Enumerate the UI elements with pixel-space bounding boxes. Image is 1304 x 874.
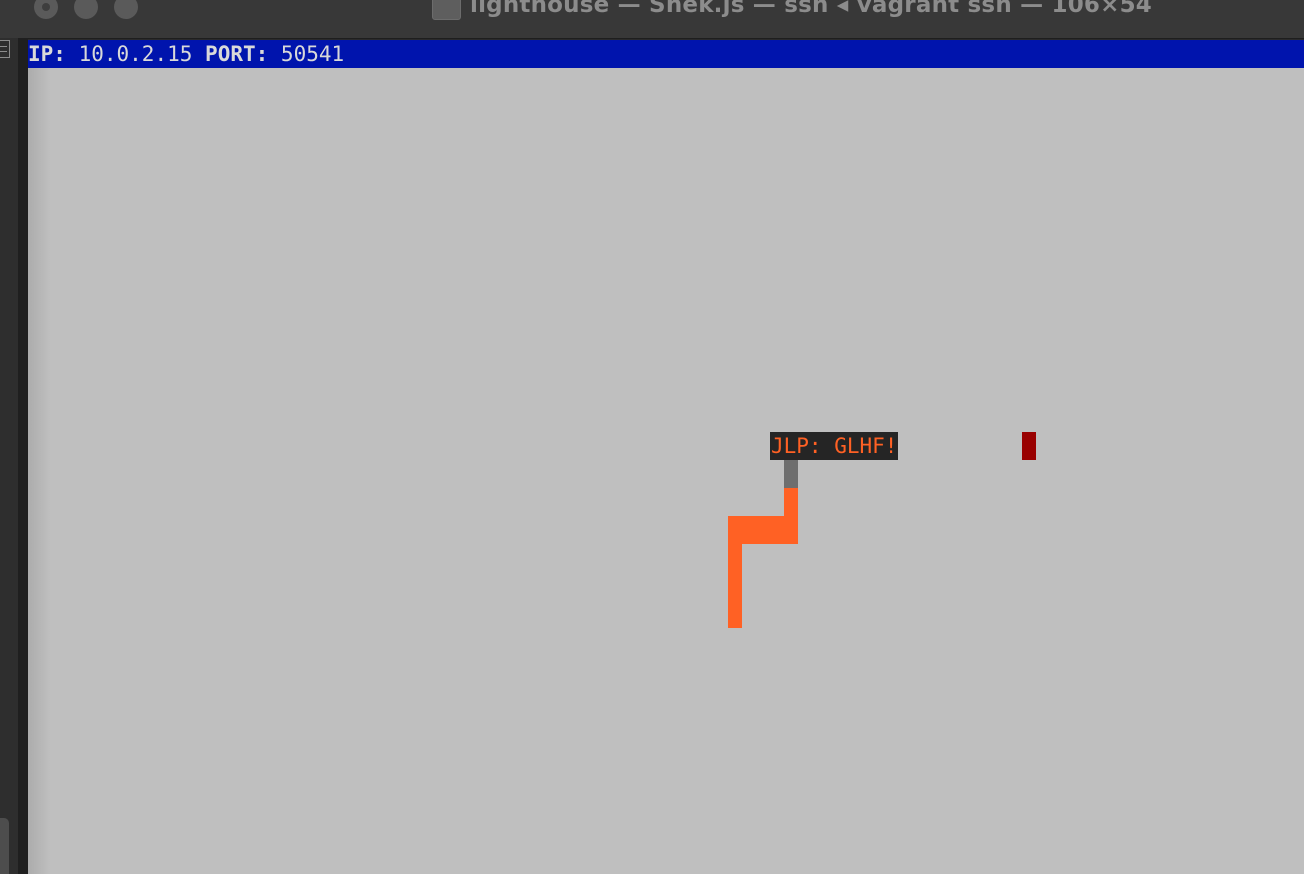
- zoom-window-button[interactable]: [114, 0, 138, 19]
- port-label: PORT:: [205, 42, 269, 66]
- sidebar: [0, 38, 18, 874]
- folder-icon: [432, 0, 461, 20]
- snake-tail: [728, 600, 742, 628]
- ip-label: IP:: [28, 42, 66, 66]
- snake-segment: [770, 516, 784, 544]
- window-title: lighthouse — Snek.js — ssh ◂ vagrant ssh…: [470, 0, 1152, 18]
- sidebar-toggle-icon[interactable]: [0, 40, 10, 58]
- close-window-button[interactable]: [34, 0, 58, 19]
- title-bar[interactable]: lighthouse — Snek.js — ssh ◂ vagrant ssh…: [0, 0, 1304, 39]
- sidebar-divider[interactable]: [18, 38, 28, 874]
- terminal-window: lighthouse — Snek.js — ssh ◂ vagrant ssh…: [0, 0, 1304, 874]
- terminal-content[interactable]: IP: 10.0.2.15 PORT: 50541 JLP: GLHF!: [28, 40, 1304, 874]
- minimize-window-button[interactable]: [74, 0, 98, 19]
- snake-segment: [742, 516, 756, 544]
- snake-segment: [784, 488, 798, 516]
- game-status-bar: IP: 10.0.2.15 PORT: 50541: [28, 40, 1304, 68]
- game-field: JLP: GLHF!: [28, 68, 1304, 874]
- port-value: 50541: [280, 42, 345, 66]
- snake-segment: [728, 544, 742, 572]
- sidebar-scroll-handle[interactable]: [0, 818, 9, 874]
- player-name-tag: JLP: GLHF!: [770, 432, 899, 460]
- snake-segment: [784, 516, 798, 544]
- snake-segment: [756, 516, 770, 544]
- food-pellet: [1022, 432, 1036, 460]
- snake-head: [784, 460, 798, 488]
- snake-segment: [728, 516, 742, 544]
- ip-value: 10.0.2.15: [78, 42, 193, 66]
- snake-segment: [728, 572, 742, 600]
